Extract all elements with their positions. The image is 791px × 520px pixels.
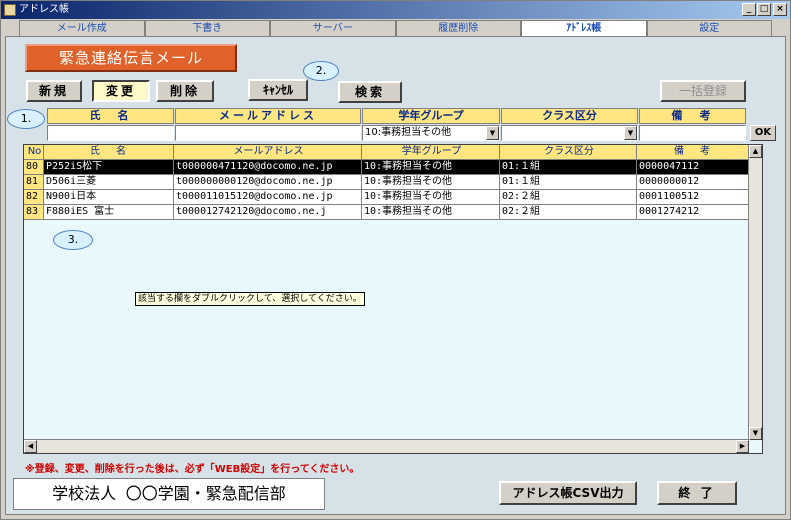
row-class[interactable]: 02:２組 xyxy=(500,190,637,205)
tab-bar: メール作成 下書き サーバー 履歴削除 ｱﾄﾞﾚｽ帳 設定 xyxy=(19,20,772,36)
callout-3: 3. xyxy=(53,230,93,250)
search-button[interactable]: 検索 xyxy=(338,81,402,103)
vertical-scrollbar[interactable]: ▲ ▼ xyxy=(748,145,762,440)
page-title-banner: 緊急連絡伝言メール xyxy=(25,44,237,72)
row-name[interactable]: F880iES 富士 xyxy=(44,205,174,220)
row-no: 80 xyxy=(24,160,44,175)
col-note: 備 考 xyxy=(637,145,749,160)
row-email[interactable]: t000000471120@docomo.ne.jp xyxy=(174,160,362,175)
scroll-right-icon[interactable]: ▶ xyxy=(736,440,749,453)
filter-header-grade-group: 学年グループ xyxy=(362,108,500,124)
row-note[interactable]: 0001100512 xyxy=(637,190,749,205)
filter-header-note: 備 考 xyxy=(639,108,746,124)
row-no: 82 xyxy=(24,190,44,205)
tab-history-delete[interactable]: 履歴削除 xyxy=(395,20,521,36)
col-email: メールアドレス xyxy=(174,145,362,160)
table-row[interactable]: 83 F880iES 富士 t000012742120@docomo.ne.j … xyxy=(24,205,749,220)
minimize-button[interactable]: _ xyxy=(742,3,756,16)
edit-button[interactable]: 変更 xyxy=(92,80,150,102)
row-email[interactable]: t000011015120@docomo.ne.jp xyxy=(174,190,362,205)
table-row[interactable]: 80 P252iS松下 t000000471120@docomo.ne.jp 1… xyxy=(24,160,749,175)
tab-settings[interactable]: 設定 xyxy=(646,20,772,36)
grid-header: No 氏 名 メールアドレス 学年グループ クラス区分 備 考 xyxy=(24,145,749,160)
table-row[interactable]: 81 D506i三菱 t000000000120@docomo.ne.jp 10… xyxy=(24,175,749,190)
row-no: 81 xyxy=(24,175,44,190)
chevron-down-icon[interactable]: ▼ xyxy=(624,126,637,140)
bulk-register-button[interactable]: 一括登録 xyxy=(660,80,746,102)
filter-header-class: クラス区分 xyxy=(501,108,638,124)
col-no: No xyxy=(24,145,44,160)
row-class[interactable]: 01:１組 xyxy=(500,175,637,190)
horizontal-scrollbar[interactable]: ◀ ▶ xyxy=(24,439,749,453)
col-name: 氏 名 xyxy=(44,145,174,160)
address-grid: No 氏 名 メールアドレス 学年グループ クラス区分 備 考 80 P252i… xyxy=(23,144,763,454)
chevron-down-icon[interactable]: ▼ xyxy=(486,126,499,140)
scroll-left-icon[interactable]: ◀ xyxy=(24,440,37,453)
cancel-button[interactable]: ｷｬﾝｾﾙ xyxy=(248,79,308,101)
ok-button[interactable]: OK xyxy=(750,125,776,141)
filter-header-email: メールアドレス xyxy=(175,108,361,124)
row-class[interactable]: 01:１組 xyxy=(500,160,637,175)
close-button[interactable]: × xyxy=(773,3,787,16)
row-name[interactable]: D506i三菱 xyxy=(44,175,174,190)
grade-group-value: 10:事務担当その他 xyxy=(365,127,452,138)
tab-drafts[interactable]: 下書き xyxy=(144,20,270,36)
exit-button[interactable]: 終 了 xyxy=(657,481,737,505)
table-row[interactable]: 82 N900i日本 t000011015120@docomo.ne.jp 10… xyxy=(24,190,749,205)
row-class[interactable]: 02:２組 xyxy=(500,205,637,220)
address-book-window: アドレス帳 _ □ × メール作成 下書き サーバー 履歴削除 ｱﾄﾞﾚｽ帳 設… xyxy=(0,0,791,520)
window-title: アドレス帳 xyxy=(19,4,69,15)
row-no: 83 xyxy=(24,205,44,220)
col-grade-group: 学年グループ xyxy=(362,145,500,160)
scroll-down-icon[interactable]: ▼ xyxy=(749,427,762,440)
title-bar: アドレス帳 _ □ × xyxy=(1,1,790,19)
col-class: クラス区分 xyxy=(500,145,637,160)
maximize-button[interactable]: □ xyxy=(757,3,771,16)
row-note[interactable]: 0001274212 xyxy=(637,205,749,220)
row-note[interactable]: 0000000012 xyxy=(637,175,749,190)
tab-address-book[interactable]: ｱﾄﾞﾚｽ帳 xyxy=(521,20,647,36)
filter-header-name: 氏 名 xyxy=(47,108,174,124)
row-grade-group[interactable]: 10:事務担当その他 xyxy=(362,205,500,220)
email-filter-input[interactable] xyxy=(175,125,361,141)
csv-export-button[interactable]: アドレス帳CSV出力 xyxy=(499,481,637,505)
row-email[interactable]: t000012742120@docomo.ne.j xyxy=(174,205,362,220)
callout-1: 1. xyxy=(7,109,45,129)
callout-2: 2. xyxy=(303,61,339,81)
grade-group-select[interactable]: 10:事務担当その他 ▼ xyxy=(362,125,500,141)
tab-compose[interactable]: メール作成 xyxy=(19,20,145,36)
name-filter-input[interactable] xyxy=(47,125,174,141)
row-grade-group[interactable]: 10:事務担当その他 xyxy=(362,175,500,190)
row-name[interactable]: P252iS松下 xyxy=(44,160,174,175)
row-name[interactable]: N900i日本 xyxy=(44,190,174,205)
row-grade-group[interactable]: 10:事務担当その他 xyxy=(362,160,500,175)
new-button[interactable]: 新規 xyxy=(26,80,82,102)
scroll-up-icon[interactable]: ▲ xyxy=(749,145,762,158)
note-filter-input[interactable] xyxy=(639,125,746,141)
organization-label: 学校法人 〇〇学園・緊急配信部 xyxy=(13,478,325,510)
row-grade-group[interactable]: 10:事務担当その他 xyxy=(362,190,500,205)
web-setting-warning: ※登録、変更、削除を行った後は、必ず「WEB設定」を行ってください。 xyxy=(25,464,360,475)
class-select[interactable]: ▼ xyxy=(501,125,638,141)
app-icon xyxy=(4,4,16,16)
tab-server[interactable]: サーバー xyxy=(270,20,396,36)
row-note[interactable]: 0000047112 xyxy=(637,160,749,175)
help-tooltip: 該当する欄をダブルクリックして、選択してください。 xyxy=(135,292,365,306)
row-email[interactable]: t000000000120@docomo.ne.jp xyxy=(174,175,362,190)
delete-button[interactable]: 削除 xyxy=(156,80,214,102)
